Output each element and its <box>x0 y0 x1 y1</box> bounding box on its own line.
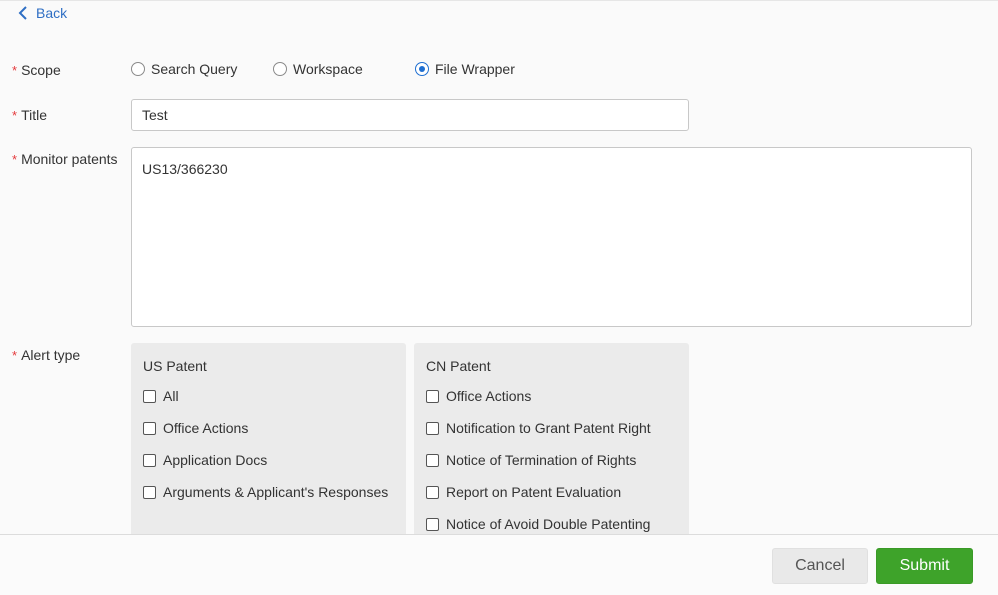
required-mark: * <box>12 152 17 167</box>
cn-option-double-patenting[interactable]: Notice of Avoid Double Patenting <box>426 515 677 533</box>
back-label: Back <box>36 5 67 21</box>
checkbox[interactable] <box>426 454 439 467</box>
cn-patent-title: CN Patent <box>426 357 677 375</box>
checkbox[interactable] <box>143 422 156 435</box>
title-input[interactable] <box>131 99 689 131</box>
checkbox[interactable] <box>426 518 439 531</box>
required-mark: * <box>12 348 17 363</box>
us-option-arguments-responses[interactable]: Arguments & Applicant's Responses <box>143 483 394 501</box>
scope-label: *Scope <box>12 62 61 78</box>
required-mark: * <box>12 108 17 123</box>
checkbox[interactable] <box>143 454 156 467</box>
us-patent-title: US Patent <box>143 357 394 375</box>
submit-button[interactable]: Submit <box>876 548 973 584</box>
cn-option-patent-evaluation[interactable]: Report on Patent Evaluation <box>426 483 677 501</box>
scope-option-file-wrapper[interactable]: File Wrapper <box>415 61 515 77</box>
back-link[interactable]: Back <box>18 5 67 21</box>
cancel-button[interactable]: Cancel <box>772 548 868 584</box>
cn-option-office-actions[interactable]: Office Actions <box>426 387 677 405</box>
checkbox[interactable] <box>143 486 156 499</box>
us-option-office-actions[interactable]: Office Actions <box>143 419 394 437</box>
alert-type-label: *Alert type <box>12 347 80 363</box>
monitor-patents-textarea[interactable]: US13/366230 <box>131 147 972 327</box>
checkbox[interactable] <box>426 390 439 403</box>
required-mark: * <box>12 63 17 78</box>
scope-option-search-query[interactable]: Search Query <box>131 61 237 77</box>
cn-patent-panel: CN Patent Office Actions Notification to… <box>414 343 689 543</box>
checkbox[interactable] <box>143 390 156 403</box>
checkbox[interactable] <box>426 486 439 499</box>
us-patent-panel: US Patent All Office Actions Application… <box>131 343 406 543</box>
top-divider <box>0 0 998 1</box>
us-option-all[interactable]: All <box>143 387 394 405</box>
checkbox[interactable] <box>426 422 439 435</box>
scope-option-workspace[interactable]: Workspace <box>273 61 363 77</box>
radio-button[interactable] <box>131 62 145 76</box>
chevron-left-icon <box>18 6 28 20</box>
radio-button-checked[interactable] <box>415 62 429 76</box>
title-label: *Title <box>12 107 47 123</box>
radio-button[interactable] <box>273 62 287 76</box>
monitor-patents-label: *Monitor patents <box>12 151 118 167</box>
cn-option-grant-notification[interactable]: Notification to Grant Patent Right <box>426 419 677 437</box>
cn-option-termination-notice[interactable]: Notice of Termination of Rights <box>426 451 677 469</box>
us-option-application-docs[interactable]: Application Docs <box>143 451 394 469</box>
form-footer: Cancel Submit <box>0 534 998 595</box>
